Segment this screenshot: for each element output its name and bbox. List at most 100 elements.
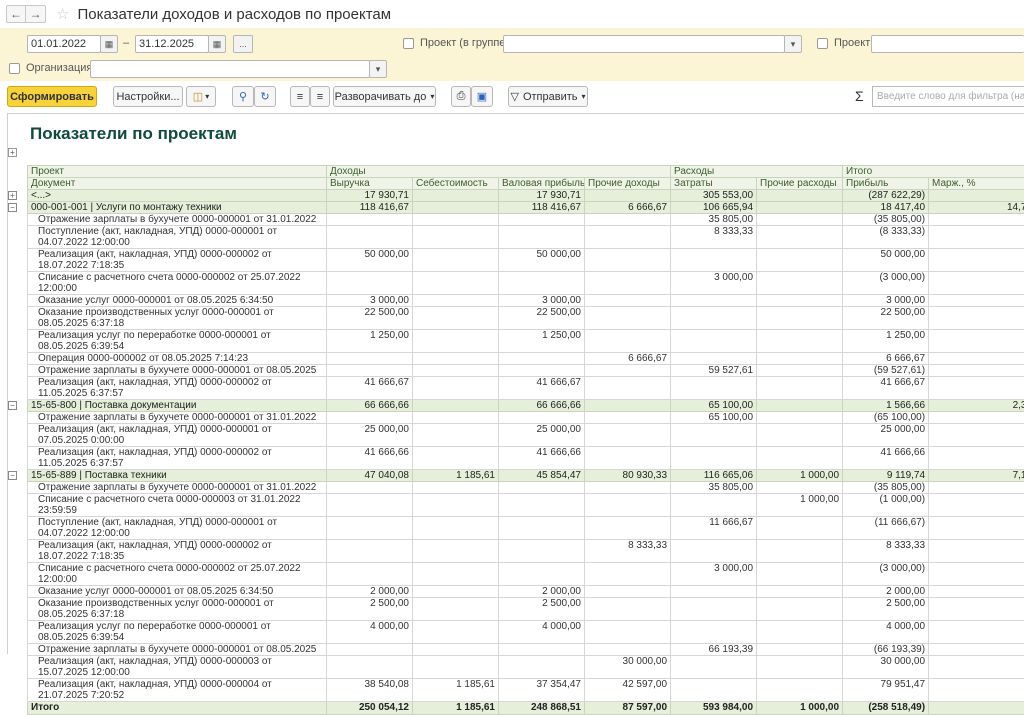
cell-other-expenses[interactable]: 1 000,00 bbox=[757, 702, 843, 715]
cell-gross-profit[interactable]: 45 854,47 bbox=[499, 470, 585, 482]
cell-document[interactable]: Реализация услуг по переработке 0000-000… bbox=[28, 621, 327, 644]
cell-cost[interactable] bbox=[413, 494, 499, 517]
cell-other-expenses[interactable] bbox=[757, 540, 843, 563]
back-button[interactable]: ← bbox=[6, 5, 26, 23]
cell-cost[interactable] bbox=[413, 540, 499, 563]
cell-cost[interactable]: 1 185,61 bbox=[413, 679, 499, 702]
project-input[interactable] bbox=[871, 35, 1024, 53]
cell-costs[interactable] bbox=[671, 621, 757, 644]
cell-profit[interactable]: 79 951,47 bbox=[843, 679, 929, 702]
cell-revenue[interactable]: 1 250,00 bbox=[327, 330, 413, 353]
date-to-input[interactable]: 31.12.2025 bbox=[135, 35, 209, 53]
table-row[interactable]: Реализация услуг по переработке 0000-000… bbox=[28, 330, 1024, 353]
cell-other-expenses[interactable]: 1 000,00 bbox=[757, 494, 843, 517]
cell-costs[interactable]: 305 553,00 bbox=[671, 190, 757, 202]
cell-margin[interactable] bbox=[929, 621, 1024, 644]
cell-other-income[interactable] bbox=[585, 400, 671, 412]
cell-other-income[interactable] bbox=[585, 517, 671, 540]
cell-margin[interactable]: 2,35 bbox=[929, 400, 1024, 412]
cell-costs[interactable] bbox=[671, 586, 757, 598]
cell-other-expenses[interactable] bbox=[757, 679, 843, 702]
cell-document[interactable]: Итого bbox=[28, 702, 327, 715]
cell-cost[interactable] bbox=[413, 447, 499, 470]
sum-icon[interactable]: Σ bbox=[855, 88, 864, 104]
cell-cost[interactable] bbox=[413, 377, 499, 400]
cell-revenue[interactable] bbox=[327, 563, 413, 586]
cell-profit[interactable]: 9 119,74 bbox=[843, 470, 929, 482]
table-row[interactable]: Реализация (акт, накладная, УПД) 0000-00… bbox=[28, 424, 1024, 447]
cell-costs[interactable]: 65 100,00 bbox=[671, 400, 757, 412]
cell-costs[interactable]: 8 333,33 bbox=[671, 226, 757, 249]
cell-gross-profit[interactable]: 2 000,00 bbox=[499, 586, 585, 598]
cell-costs[interactable]: 35 805,00 bbox=[671, 214, 757, 226]
cell-other-expenses[interactable] bbox=[757, 517, 843, 540]
cell-document[interactable]: Оказание производственных услуг 0000-000… bbox=[28, 598, 327, 621]
cell-document[interactable]: Поступление (акт, накладная, УПД) 0000-0… bbox=[28, 226, 327, 249]
find-button[interactable]: ⚲ bbox=[232, 86, 254, 107]
cell-document[interactable]: Реализация (акт, накладная, УПД) 0000-00… bbox=[28, 249, 327, 272]
cell-costs[interactable] bbox=[671, 598, 757, 621]
cell-revenue[interactable]: 118 416,67 bbox=[327, 202, 413, 214]
cell-cost[interactable] bbox=[413, 330, 499, 353]
cell-cost[interactable] bbox=[413, 621, 499, 644]
period-select-button[interactable]: ... bbox=[233, 35, 253, 53]
cell-revenue[interactable] bbox=[327, 517, 413, 540]
cell-document[interactable]: Списание с расчетного счета 0000-000002 … bbox=[28, 272, 327, 295]
cell-profit[interactable]: (65 100,00) bbox=[843, 412, 929, 424]
cell-gross-profit[interactable]: 66 666,66 bbox=[499, 400, 585, 412]
cell-document[interactable]: Реализация (акт, накладная, УПД) 0000-00… bbox=[28, 424, 327, 447]
cell-profit[interactable]: 3 000,00 bbox=[843, 295, 929, 307]
cell-costs[interactable] bbox=[671, 307, 757, 330]
cell-margin[interactable] bbox=[929, 330, 1024, 353]
cell-revenue[interactable]: 50 000,00 bbox=[327, 249, 413, 272]
cell-profit[interactable]: (11 666,67) bbox=[843, 517, 929, 540]
cell-profit[interactable]: (3 000,00) bbox=[843, 272, 929, 295]
cell-costs[interactable]: 116 665,06 bbox=[671, 470, 757, 482]
cell-gross-profit[interactable] bbox=[499, 482, 585, 494]
group-row[interactable]: <...>17 930,7117 930,71305 553,00(287 62… bbox=[28, 190, 1024, 202]
cell-revenue[interactable]: 47 040,08 bbox=[327, 470, 413, 482]
project-group-dropdown-button[interactable]: ▾ bbox=[784, 35, 802, 53]
cell-gross-profit[interactable] bbox=[499, 517, 585, 540]
cell-other-income[interactable] bbox=[585, 412, 671, 424]
cell-gross-profit[interactable]: 41 666,66 bbox=[499, 447, 585, 470]
cell-margin[interactable] bbox=[929, 702, 1024, 715]
organization-input[interactable] bbox=[90, 60, 370, 78]
cell-profit[interactable]: (287 622,29) bbox=[843, 190, 929, 202]
variants-button[interactable]: ◫▾ bbox=[186, 86, 216, 107]
cell-cost[interactable] bbox=[413, 249, 499, 272]
cell-gross-profit[interactable] bbox=[499, 353, 585, 365]
cell-profit[interactable]: 22 500,00 bbox=[843, 307, 929, 330]
project-group-input[interactable] bbox=[503, 35, 785, 53]
cell-gross-profit[interactable] bbox=[499, 365, 585, 377]
cell-gross-profit[interactable] bbox=[499, 656, 585, 679]
cell-revenue[interactable]: 25 000,00 bbox=[327, 424, 413, 447]
cell-gross-profit[interactable]: 4 000,00 bbox=[499, 621, 585, 644]
cell-document[interactable]: Операция 0000-000002 от 08.05.2025 7:14:… bbox=[28, 353, 327, 365]
cell-other-income[interactable]: 6 666,67 bbox=[585, 353, 671, 365]
cell-other-expenses[interactable] bbox=[757, 400, 843, 412]
cell-margin[interactable] bbox=[929, 365, 1024, 377]
cell-revenue[interactable]: 38 540,08 bbox=[327, 679, 413, 702]
cell-profit[interactable]: (1 000,00) bbox=[843, 494, 929, 517]
cell-document[interactable]: 15-65-800 | Поставка документации bbox=[28, 400, 327, 412]
cell-margin[interactable] bbox=[929, 563, 1024, 586]
cell-gross-profit[interactable]: 37 354,47 bbox=[499, 679, 585, 702]
cell-margin[interactable]: 7,13 bbox=[929, 470, 1024, 482]
cell-profit[interactable]: 8 333,33 bbox=[843, 540, 929, 563]
cell-margin[interactable] bbox=[929, 377, 1024, 400]
cell-other-expenses[interactable] bbox=[757, 482, 843, 494]
cell-other-expenses[interactable] bbox=[757, 272, 843, 295]
cell-other-income[interactable] bbox=[585, 190, 671, 202]
cell-gross-profit[interactable]: 22 500,00 bbox=[499, 307, 585, 330]
cell-other-income[interactable]: 8 333,33 bbox=[585, 540, 671, 563]
cell-revenue[interactable]: 17 930,71 bbox=[327, 190, 413, 202]
cell-document[interactable]: Реализация (акт, накладная, УПД) 0000-00… bbox=[28, 377, 327, 400]
cell-margin[interactable] bbox=[929, 412, 1024, 424]
cell-document[interactable]: Оказание услуг 0000-000001 от 08.05.2025… bbox=[28, 586, 327, 598]
table-row[interactable]: Операция 0000-000002 от 08.05.2025 7:14:… bbox=[28, 353, 1024, 365]
cell-revenue[interactable]: 66 666,66 bbox=[327, 400, 413, 412]
cell-other-expenses[interactable] bbox=[757, 330, 843, 353]
cell-gross-profit[interactable]: 2 500,00 bbox=[499, 598, 585, 621]
cell-revenue[interactable]: 22 500,00 bbox=[327, 307, 413, 330]
